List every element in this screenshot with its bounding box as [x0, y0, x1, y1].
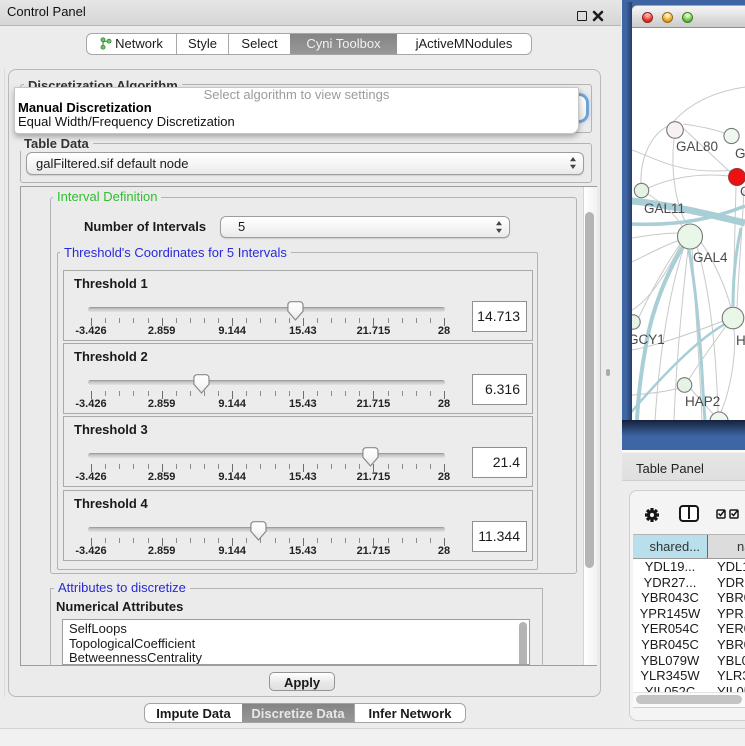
- svg-text:C: C: [740, 184, 745, 199]
- svg-text:GAL4: GAL4: [693, 250, 728, 265]
- svg-text:G: G: [735, 146, 745, 161]
- svg-text:H: H: [736, 333, 745, 348]
- svg-text:HAP2: HAP2: [685, 394, 720, 409]
- svg-text:GCY1: GCY1: [632, 332, 665, 347]
- svg-text:GAL11: GAL11: [644, 201, 685, 216]
- svg-text:GAL80: GAL80: [676, 139, 718, 154]
